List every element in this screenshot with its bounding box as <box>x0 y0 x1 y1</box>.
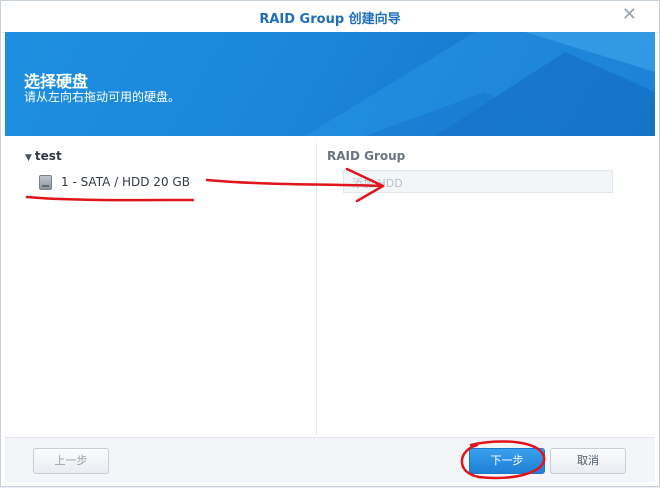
cancel-button[interactable]: 取消 <box>550 448 626 474</box>
caret-down-icon[interactable]: ▼ <box>25 153 32 163</box>
raid-wizard-dialog: RAID Group 创建向导 ✕ 选择硬盘 请从左向右拖动可用的硬盘。 ▼ te… <box>0 0 660 487</box>
raid-group-pane: RAID Group 添加 HDD <box>327 145 627 433</box>
pane-divider <box>316 143 317 435</box>
drop-placeholder: 添加 HDD <box>352 177 403 190</box>
wizard-banner: 选择硬盘 请从左向右拖动可用的硬盘。 <box>5 32 655 136</box>
hdd-icon <box>39 175 52 190</box>
disk-drop-zone[interactable]: 添加 HDD <box>343 170 613 193</box>
banner-decoration <box>305 32 655 136</box>
prev-button[interactable]: 上一步 <box>33 448 109 474</box>
disk-group-header[interactable]: ▼ test <box>25 149 62 163</box>
disk-label: 1 - SATA / HDD 20 GB <box>61 175 190 189</box>
title-bar: RAID Group 创建向导 ✕ <box>1 1 659 33</box>
window-title: RAID Group 创建向导 <box>259 12 401 27</box>
close-icon[interactable]: ✕ <box>622 6 637 24</box>
wizard-footer: 上一步 下一步 取消 <box>5 437 655 482</box>
available-disks-pane: ▼ test 1 - SATA / HDD 20 GB <box>25 145 307 433</box>
raid-group-header: RAID Group <box>327 149 406 163</box>
step-description: 请从左向右拖动可用的硬盘。 <box>24 90 181 104</box>
disk-group-name: test <box>34 149 62 163</box>
next-button[interactable]: 下一步 <box>469 448 545 474</box>
disk-item[interactable]: 1 - SATA / HDD 20 GB <box>37 173 217 193</box>
